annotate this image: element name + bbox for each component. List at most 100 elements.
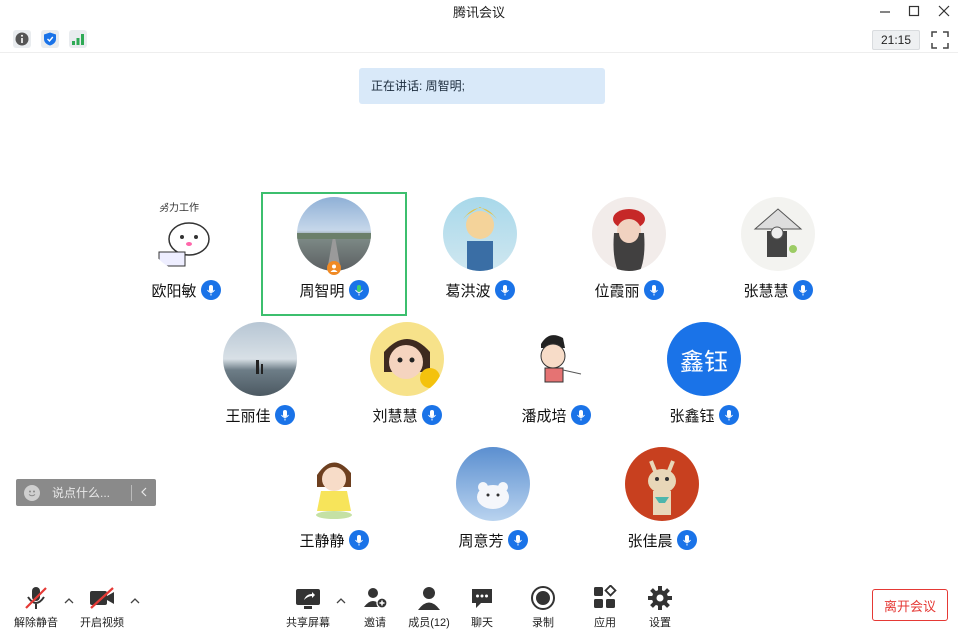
participant-tile[interactable]: 张慧慧: [708, 197, 848, 307]
signal-icon: [72, 34, 84, 45]
participant-name: 葛洪波: [445, 282, 491, 300]
mic-muted-icon: [494, 280, 515, 300]
shield-icon: [44, 32, 56, 46]
participant-tile[interactable]: 刘慧慧: [337, 322, 477, 432]
avatar: 努力工作: [149, 197, 223, 271]
participant-name: 张慧慧: [743, 282, 789, 300]
security-button[interactable]: [41, 30, 59, 48]
mic-muted-icon: [643, 280, 664, 300]
meeting-toolbar: 21:15: [0, 26, 958, 53]
network-signal-button[interactable]: [69, 30, 87, 48]
avatar: [370, 322, 444, 396]
participant-name: 刘慧慧: [372, 407, 418, 425]
avatar-caption: 努力工作: [159, 201, 199, 214]
maximize-button[interactable]: [900, 0, 928, 22]
video-options-chevron-icon[interactable]: [130, 596, 140, 607]
participant-name: 王丽佳: [225, 407, 271, 425]
avatar: [297, 197, 371, 271]
participant-tile[interactable]: 葛洪波: [410, 197, 550, 307]
participant-name-row: 张鑫钰: [634, 404, 774, 426]
mic-active-icon: [348, 280, 369, 300]
participant-tile[interactable]: 周意芳: [423, 447, 563, 557]
participant-tile-active[interactable]: 周智明: [264, 197, 404, 307]
record-label: 录制: [532, 617, 554, 629]
participant-name-row: 王丽佳: [190, 404, 330, 426]
avatar: [443, 197, 517, 271]
participant-tile[interactable]: 位霞丽: [559, 197, 699, 307]
mic-muted-icon: [792, 280, 813, 300]
participant-name: 位霞丽: [594, 282, 640, 300]
road-photo-avatar: [297, 233, 371, 271]
participant-name-row: 周智明: [264, 279, 404, 301]
start-video-label: 开启视频: [80, 617, 124, 629]
host-badge-icon: [327, 261, 341, 275]
record-icon: [529, 584, 557, 612]
info-button[interactable]: [13, 30, 31, 48]
participant-tile[interactable]: 鑫钰 张鑫钰: [634, 322, 774, 432]
child-photo-avatar: [384, 339, 440, 388]
apps-label: 应用: [594, 617, 616, 629]
collapse-chevron-icon[interactable]: [140, 486, 148, 500]
participant-name: 周智明: [299, 282, 345, 300]
minimize-button[interactable]: [871, 0, 899, 22]
avatar: [741, 197, 815, 271]
chat-button[interactable]: 聊天: [450, 584, 514, 634]
maximize-icon: [908, 5, 920, 17]
participant-tile[interactable]: 王静静: [264, 447, 404, 557]
avatar: [456, 447, 530, 521]
participant-tile[interactable]: 张佳晨: [592, 447, 732, 557]
participant-name-row: 王静静: [264, 529, 404, 551]
share-screen-button[interactable]: 共享屏幕: [276, 584, 340, 634]
add-user-icon: [361, 584, 389, 612]
chat-icon: [468, 584, 496, 612]
title-bar: 腾讯会议: [0, 0, 958, 22]
close-icon: [938, 5, 950, 17]
info-icon: [15, 32, 29, 46]
unmute-label: 解除静音: [14, 617, 58, 629]
participant-tile[interactable]: 潘成培: [486, 322, 626, 432]
mic-muted-icon: [348, 530, 369, 550]
record-button[interactable]: 录制: [511, 584, 575, 634]
quick-chat-input[interactable]: 说点什么...: [16, 479, 156, 506]
participant-name-row: 葛洪波: [410, 279, 550, 301]
settings-label: 设置: [649, 617, 671, 629]
bear-cloud-avatar: [477, 482, 509, 509]
unmute-button[interactable]: 解除静音: [4, 584, 68, 634]
mic-muted-icon: [507, 530, 528, 550]
members-icon: [415, 584, 443, 612]
avatar: [592, 197, 666, 271]
participant-tile[interactable]: 努力工作 欧阳敏: [116, 197, 256, 307]
mic-muted-icon: [570, 405, 591, 425]
start-video-button[interactable]: 开启视频: [70, 584, 134, 634]
sketch-monk-avatar: [753, 208, 803, 257]
mic-muted-icon: [274, 405, 295, 425]
participant-name: 张佳晨: [627, 532, 673, 550]
participant-tile[interactable]: 王丽佳: [190, 322, 330, 432]
mic-muted-icon: [200, 280, 221, 300]
mic-muted-icon: [676, 530, 697, 550]
participant-name: 欧阳敏: [151, 282, 197, 300]
fullscreen-button[interactable]: [930, 30, 950, 50]
fullscreen-icon: [931, 31, 949, 49]
apps-icon: [591, 584, 619, 612]
minimize-icon: [880, 11, 890, 13]
share-screen-label: 共享屏幕: [286, 617, 330, 629]
participant-name-row: 刘慧慧: [337, 404, 477, 426]
avatar: [223, 322, 297, 396]
participant-name: 周意芳: [458, 532, 504, 550]
meeting-clock: 21:15: [872, 30, 920, 50]
leave-meeting-button[interactable]: 离开会议: [872, 589, 948, 621]
emoji-icon[interactable]: [24, 484, 40, 501]
mic-muted-icon: [421, 405, 442, 425]
window-title: 腾讯会议: [452, 5, 505, 20]
cat-cartoon-avatar: 努力工作: [158, 201, 210, 267]
close-button[interactable]: [930, 0, 958, 22]
participant-name-row: 周意芳: [423, 529, 563, 551]
participant-name-row: 张慧慧: [708, 279, 848, 301]
chat-placeholder: 说点什么...: [52, 486, 111, 500]
anime-character-avatar: [463, 207, 497, 271]
invite-label: 邀请: [364, 617, 386, 629]
speaking-indicator: 正在讲话: 周智明;: [359, 68, 605, 104]
mic-off-icon: [22, 584, 50, 612]
settings-button[interactable]: 设置: [628, 584, 692, 634]
